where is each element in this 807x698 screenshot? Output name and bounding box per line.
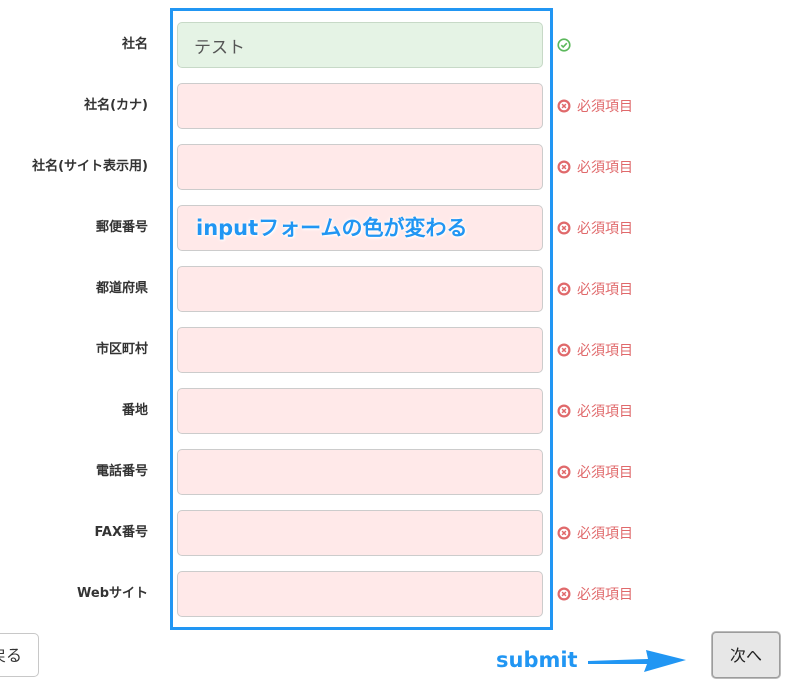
field-status: 必須項目 [557, 205, 633, 251]
required-message: 必須項目 [577, 526, 633, 542]
error-circle-icon [557, 465, 571, 479]
required-message: 必須項目 [577, 404, 633, 420]
company-name-input[interactable] [177, 22, 543, 68]
back-button[interactable]: 戻る [0, 633, 39, 677]
error-circle-icon [557, 99, 571, 113]
field-status: 必須項目 [557, 388, 633, 434]
phone-input[interactable] [177, 449, 543, 495]
field-status: 必須項目 [557, 144, 633, 190]
check-circle-icon [557, 38, 571, 52]
field-label: 郵便番号 [95, 220, 148, 235]
form-row-company-name: 社名 [0, 22, 807, 68]
form-row-phone: 電話番号 必須項目 [0, 449, 807, 495]
required-message: 必須項目 [577, 221, 633, 237]
field-status: 必須項目 [557, 327, 633, 373]
field-label: 市区町村 [95, 342, 148, 357]
error-circle-icon [557, 282, 571, 296]
error-circle-icon [557, 587, 571, 601]
form-row-prefecture: 都道府県 必須項目 [0, 266, 807, 312]
form-row-website: Webサイト 必須項目 [0, 571, 807, 617]
required-message: 必須項目 [577, 99, 633, 115]
prefecture-input[interactable] [177, 266, 543, 312]
error-circle-icon [557, 160, 571, 174]
required-message: 必須項目 [577, 465, 633, 481]
field-label: 電話番号 [95, 464, 148, 479]
error-circle-icon [557, 526, 571, 540]
error-circle-icon [557, 221, 571, 235]
field-status: 必須項目 [557, 83, 633, 129]
required-message: 必須項目 [577, 160, 633, 176]
company-name-kana-input[interactable] [177, 83, 543, 129]
form-row-company-name-kana: 社名(カナ) 必須項目 [0, 83, 807, 129]
website-input[interactable] [177, 571, 543, 617]
field-label: FAX番号 [94, 525, 148, 540]
submit-annotation: submit [496, 648, 578, 672]
field-label: 番地 [121, 403, 148, 418]
field-label: 社名(サイト表示用) [32, 159, 148, 174]
field-status: 必須項目 [557, 449, 633, 495]
field-label: 社名(カナ) [84, 98, 148, 113]
error-circle-icon [557, 404, 571, 418]
display-name-input[interactable] [177, 144, 543, 190]
form-row-street-address: 番地 必須項目 [0, 388, 807, 434]
error-circle-icon [557, 343, 571, 357]
form-row-fax: FAX番号 必須項目 [0, 510, 807, 556]
street-address-input[interactable] [177, 388, 543, 434]
form-row-city: 市区町村 必須項目 [0, 327, 807, 373]
form-row-display-name: 社名(サイト表示用) 必須項目 [0, 144, 807, 190]
field-label: 都道府県 [95, 281, 148, 296]
city-input[interactable] [177, 327, 543, 373]
arrow-right-icon [588, 650, 686, 672]
input-color-annotation: inputフォームの色が変わる [196, 216, 468, 240]
required-message: 必須項目 [577, 343, 633, 359]
field-status: 必須項目 [557, 266, 633, 312]
field-status: 必須項目 [557, 571, 633, 617]
field-label: Webサイト [77, 586, 148, 601]
field-label: 社名 [121, 37, 148, 52]
next-button[interactable]: 次へ [712, 632, 780, 678]
required-message: 必須項目 [577, 587, 633, 603]
required-message: 必須項目 [577, 282, 633, 298]
field-status [557, 22, 571, 68]
fax-input[interactable] [177, 510, 543, 556]
field-status: 必須項目 [557, 510, 633, 556]
